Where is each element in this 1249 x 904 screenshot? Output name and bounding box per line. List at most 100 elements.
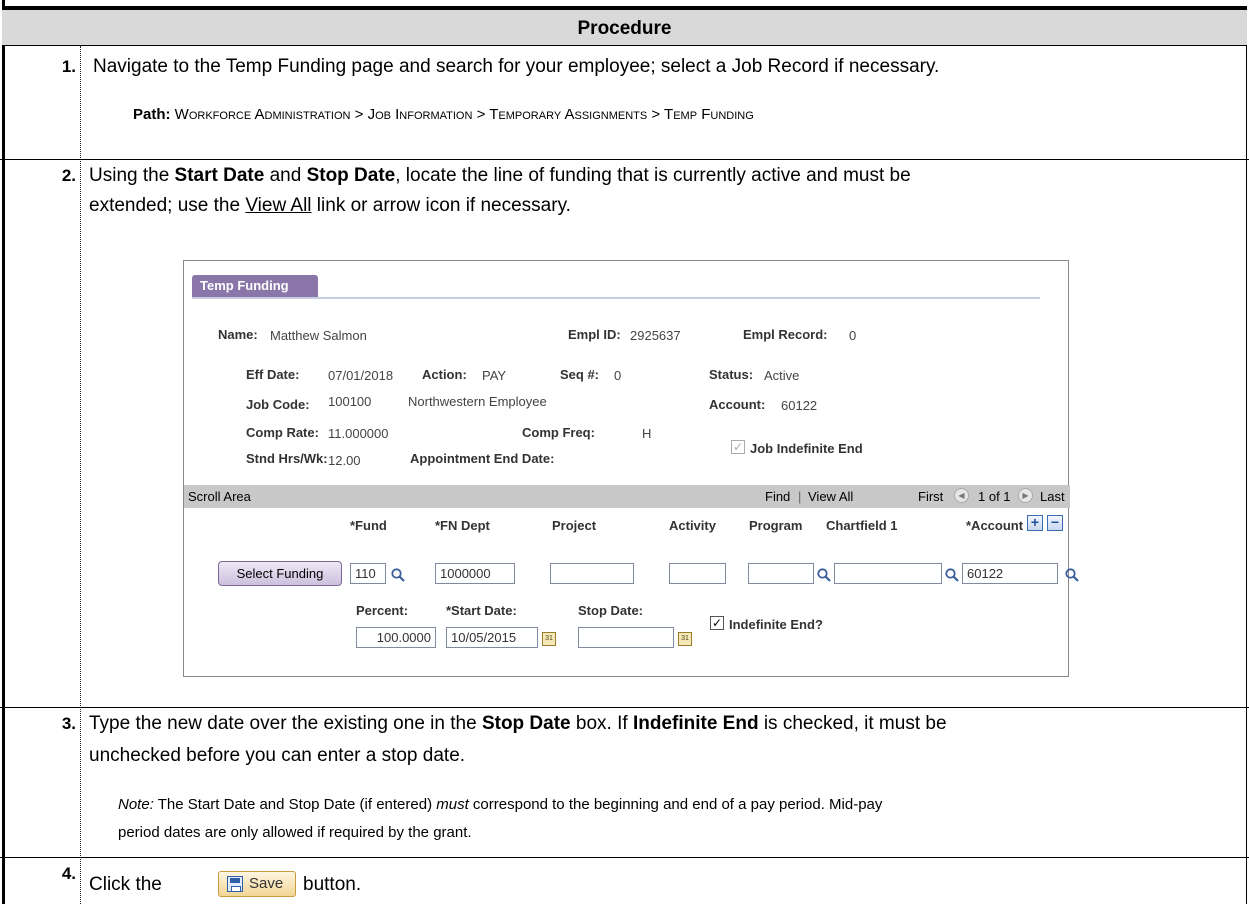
step-3-text: Type the new date over the existing one … xyxy=(89,710,947,738)
delete-row-icon[interactable]: − xyxy=(1047,515,1063,531)
save-button-label: Save xyxy=(249,875,284,892)
stop-date-input[interactable] xyxy=(578,627,674,648)
path-label: Path: xyxy=(133,106,171,123)
table-left-border xyxy=(2,0,5,904)
text: is checked, it must be xyxy=(758,713,947,734)
temp-funding-screenshot: Temp Funding Name: Matthew Salmon Empl I… xyxy=(183,260,1079,677)
program-label: Program xyxy=(749,518,803,533)
note-line-1: Note: The Start Date and Stop Date (if e… xyxy=(118,793,882,817)
text: correspond to the beginning and end of a… xyxy=(468,796,883,813)
table-right-border xyxy=(1246,6,1247,904)
last-link[interactable]: Last xyxy=(1040,489,1065,504)
step-number: 4. xyxy=(61,864,76,883)
comp-rate: 11.000000 xyxy=(328,426,389,441)
text: Using the xyxy=(89,165,175,186)
eff-date-label: Eff Date: xyxy=(246,367,300,382)
text: Type the new date over the existing one … xyxy=(89,713,482,734)
job-code: 100100 xyxy=(328,394,372,409)
account-field-label: *Account xyxy=(966,518,1024,533)
find-link[interactable]: Find xyxy=(765,489,790,504)
name-label: Name: xyxy=(218,327,258,342)
appointment-end-label: Appointment End Date: xyxy=(410,451,555,466)
fn-dept-input[interactable]: 1000000 xyxy=(435,563,515,584)
text: The Start Date and Stop Date (if entered… xyxy=(153,796,437,813)
start-date-label: *Start Date: xyxy=(446,603,517,618)
activity-input[interactable] xyxy=(669,563,726,584)
step-2-text: Using the Start Date and Stop Date, loca… xyxy=(89,162,911,190)
step-4-prefix: Click the xyxy=(89,874,162,895)
comp-rate-label: Comp Rate: xyxy=(246,425,319,440)
project-input[interactable] xyxy=(550,563,634,584)
fund-input[interactable]: 110 xyxy=(350,563,386,584)
previous-arrow-icon[interactable]: ◀ xyxy=(954,488,969,503)
save-disk-icon xyxy=(227,876,243,892)
path-value: Workforce Administration > Job Informati… xyxy=(174,106,754,123)
percent-label: Percent: xyxy=(356,603,409,618)
row-count: 1 of 1 xyxy=(978,489,1011,504)
action-label: Action: xyxy=(422,367,467,382)
stnd-hrs-label: Stnd Hrs/Wk: xyxy=(246,451,328,466)
step-number: 1. xyxy=(61,57,76,76)
step-1-text: Navigate to the Temp Funding page and se… xyxy=(93,56,940,77)
scroll-area-label: Scroll Area xyxy=(188,489,251,504)
text: , locate the line of funding that is cur… xyxy=(395,165,911,186)
job-code-description: Northwestern Employee xyxy=(408,394,547,409)
start-date-calendar-icon[interactable]: 31 xyxy=(542,632,556,646)
fn-dept-label: *FN Dept xyxy=(435,518,490,533)
select-funding-button[interactable]: Select Funding xyxy=(218,561,342,586)
empl-record: 0 xyxy=(849,328,857,343)
account-label: Account: xyxy=(709,397,766,412)
save-button[interactable]: Save xyxy=(218,871,296,897)
procedure-title: Procedure xyxy=(577,18,672,39)
comp-freq-label: Comp Freq: xyxy=(522,425,595,440)
view-all-link[interactable]: View All xyxy=(245,195,311,216)
row-divider xyxy=(0,159,1249,160)
navigation-path: Path: Workforce Administration > Job Inf… xyxy=(133,103,754,127)
step-number: 2. xyxy=(61,166,76,185)
indefinite-end-checkbox[interactable]: ✓ xyxy=(710,616,724,630)
stop-date-label: Stop Date: xyxy=(578,603,643,618)
text: box. If xyxy=(570,713,633,734)
chartfield-1-input[interactable] xyxy=(834,563,942,584)
tab-underline xyxy=(192,297,1040,299)
indefinite-end-term: Indefinite End xyxy=(632,713,759,734)
step-4-suffix: button. xyxy=(303,874,362,895)
action: PAY xyxy=(482,368,507,383)
procedure-header: Procedure xyxy=(2,6,1247,46)
account: 60122 xyxy=(781,398,818,413)
step-number: 3. xyxy=(61,714,76,733)
note-label: Note: xyxy=(118,796,154,813)
must-emphasis: must xyxy=(436,796,469,813)
status-label: Status: xyxy=(709,367,754,382)
empl-id-label: Empl ID: xyxy=(568,327,621,342)
next-arrow-icon[interactable]: ▶ xyxy=(1018,488,1033,503)
employee-name: Matthew Salmon xyxy=(270,328,367,343)
stop-date-calendar-icon[interactable]: 31 xyxy=(678,632,692,646)
percent-input[interactable]: 100.0000 xyxy=(356,627,436,648)
add-row-icon[interactable]: + xyxy=(1027,515,1043,531)
scroll-area-bar: Scroll Area Find | View All First ◀ 1 of… xyxy=(184,485,1070,508)
row-divider xyxy=(0,707,1249,708)
fund-lookup-icon[interactable] xyxy=(390,567,406,583)
temp-funding-tab[interactable]: Temp Funding xyxy=(192,275,318,297)
text: link or arrow icon if necessary. xyxy=(311,195,571,216)
first-link[interactable]: First xyxy=(918,489,943,504)
program-input[interactable] xyxy=(748,563,814,584)
start-date-input[interactable]: 10/05/2015 xyxy=(446,627,538,648)
program-lookup-icon[interactable] xyxy=(816,567,832,583)
row-divider xyxy=(0,857,1249,858)
chartfield-1-lookup-icon[interactable] xyxy=(944,567,960,583)
comp-freq: H xyxy=(642,426,652,441)
stnd-hrs: 12.00 xyxy=(328,453,361,468)
step-number-divider xyxy=(80,46,81,904)
empl-record-label: Empl Record: xyxy=(743,327,828,342)
account-input[interactable]: 60122 xyxy=(962,563,1058,584)
view-all-link[interactable]: View All xyxy=(808,489,853,504)
job-code-label: Job Code: xyxy=(246,397,310,412)
stop-date-term: Stop Date xyxy=(481,713,571,734)
chartfield-1-label: Chartfield 1 xyxy=(826,518,898,533)
fund-label: *Fund xyxy=(350,518,387,533)
activity-label: Activity xyxy=(669,518,716,533)
account-lookup-icon[interactable] xyxy=(1064,567,1080,583)
start-date-term: Start Date xyxy=(174,165,265,186)
